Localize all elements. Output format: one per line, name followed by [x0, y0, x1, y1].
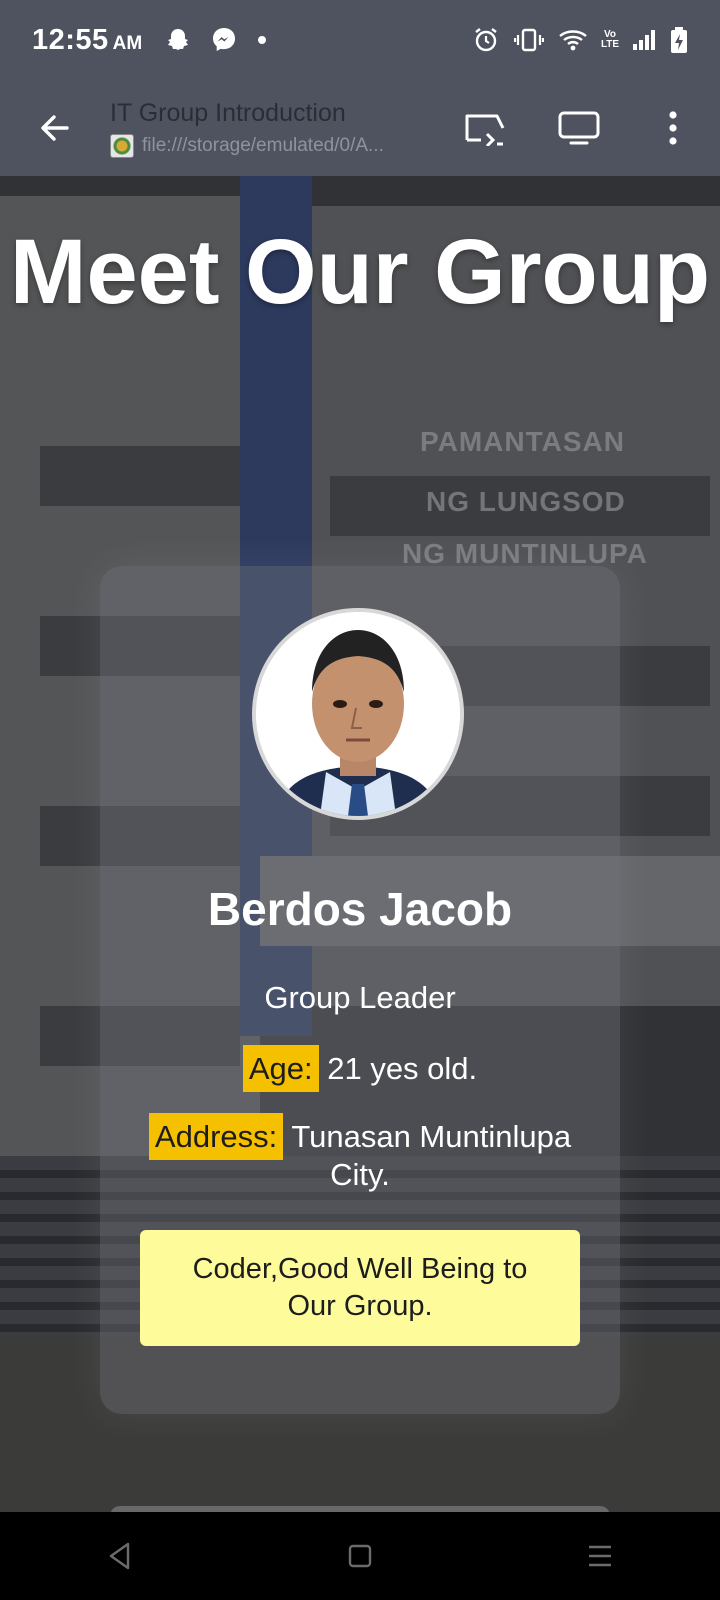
- signal-icon: [632, 28, 656, 52]
- more-options-button[interactable]: [626, 80, 720, 176]
- member-note-text: Coder,Good Well Being to Our Group.: [192, 1253, 528, 1322]
- vibrate-icon: [514, 26, 544, 54]
- cast-button[interactable]: [438, 80, 532, 176]
- desktop-view-icon: [558, 111, 600, 145]
- back-button[interactable]: [0, 80, 110, 176]
- page-url: file:///storage/emulated/0/A...: [142, 134, 384, 156]
- page-title-block[interactable]: IT Group Introduction file:///storage/em…: [110, 99, 420, 158]
- system-nav-bar: [0, 1512, 720, 1600]
- dot-icon: [256, 34, 268, 46]
- browser-toolbar: IT Group Introduction file:///storage/em…: [0, 80, 720, 176]
- member-card: Berdos Jacob Group Leader Age: 21 yes ol…: [100, 566, 620, 1414]
- favicon-icon: [110, 133, 134, 158]
- page-heading: Meet Our Group: [9, 221, 711, 323]
- page-title: IT Group Introduction: [110, 98, 346, 127]
- age-label: Age:: [242, 1045, 319, 1092]
- web-page[interactable]: PAMANTASAN NG LUNGSOD NG MUNTINLUPA Meet…: [0, 176, 720, 1512]
- address-label: Address:: [148, 1113, 284, 1160]
- nav-recents-button[interactable]: [540, 1512, 660, 1600]
- nav-back-button[interactable]: [60, 1512, 180, 1600]
- status-ampm: AM: [112, 33, 143, 54]
- cast-icon: [465, 114, 505, 146]
- volte-icon: Vo LTE: [600, 29, 620, 50]
- nav-recents-icon: [589, 1545, 611, 1567]
- snapchat-icon: [164, 26, 192, 54]
- status-time: 12:55: [32, 23, 109, 56]
- back-arrow-icon: [41, 115, 69, 141]
- status-bar: 12:55 AM Vo LTE: [0, 0, 720, 80]
- age-line: Age: 21 yes old.: [130, 1045, 590, 1092]
- address-line: Address: Tunasan Muntinlupa City.: [130, 1113, 590, 1194]
- nav-back-icon: [109, 1542, 130, 1570]
- age-value: 21 yes old.: [318, 1051, 478, 1086]
- messenger-icon: [210, 26, 238, 54]
- member-name: Berdos Jacob: [207, 883, 513, 935]
- battery-charging-icon: [670, 26, 688, 54]
- more-vert-icon: [669, 111, 677, 145]
- wifi-icon: [558, 27, 588, 53]
- avatar: [252, 608, 464, 820]
- desktop-view-button[interactable]: [532, 80, 626, 176]
- system-icons: Vo LTE: [472, 26, 688, 54]
- nav-home-button[interactable]: [300, 1512, 420, 1600]
- notification-icons: [164, 26, 268, 54]
- alarm-icon: [472, 26, 500, 54]
- member-note: Coder,Good Well Being to Our Group.: [140, 1230, 580, 1346]
- address-value: Tunasan Muntinlupa City.: [283, 1119, 572, 1192]
- member-role: Group Leader: [264, 980, 456, 1015]
- nav-home-icon: [348, 1544, 372, 1568]
